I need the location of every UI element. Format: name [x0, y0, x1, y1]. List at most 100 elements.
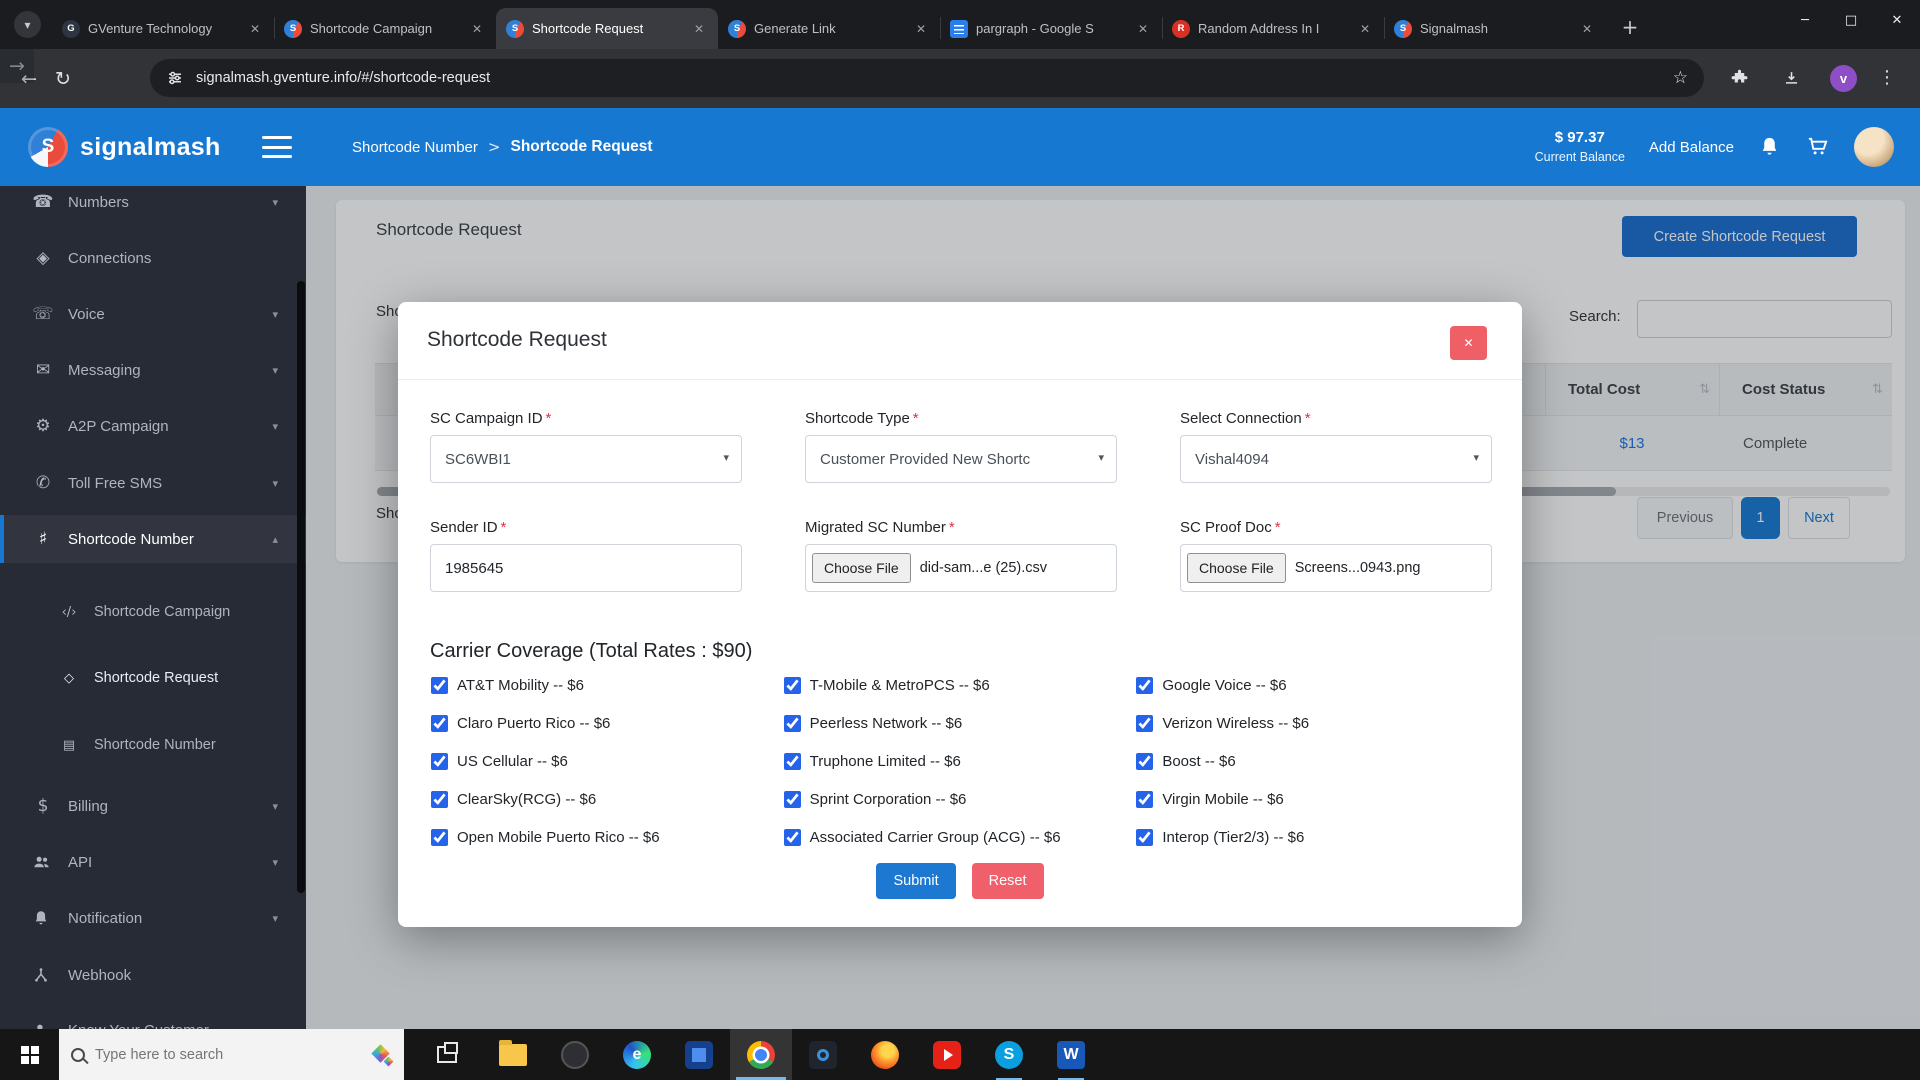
- reset-button[interactable]: Reset: [972, 863, 1044, 899]
- downloads-icon[interactable]: [1782, 69, 1801, 88]
- breadcrumb-parent[interactable]: Shortcode Number: [352, 139, 478, 156]
- carrier-checkbox[interactable]: [1136, 829, 1153, 846]
- carrier-checkbox[interactable]: [1136, 753, 1153, 770]
- sidebar-subitem-shortcode-campaign[interactable]: ‹/› Shortcode Campaign: [0, 588, 306, 636]
- carrier-checkbox[interactable]: [431, 791, 448, 808]
- taskbar-youtube[interactable]: [916, 1029, 978, 1080]
- carrier-checkbox[interactable]: [431, 829, 448, 846]
- sidebar-item-notification[interactable]: Notification ▾: [0, 894, 306, 942]
- sidebar-item-shortcode-number[interactable]: ♯ Shortcode Number ▴: [0, 515, 306, 563]
- sidebar-item-know-your-customer[interactable]: Know Your Customer: [0, 1006, 306, 1029]
- carrier-checkbox[interactable]: [1136, 677, 1153, 694]
- carrier-option[interactable]: ClearSky(RCG) -- $6: [431, 789, 784, 809]
- tab-close-icon[interactable]: ✕: [1578, 20, 1596, 38]
- tab-search-button[interactable]: ▾: [14, 11, 41, 38]
- carrier-option[interactable]: Boost -- $6: [1136, 751, 1489, 771]
- carrier-option[interactable]: Sprint Corporation -- $6: [784, 789, 1137, 809]
- carrier-checkbox[interactable]: [1136, 715, 1153, 732]
- sidebar-scrollbar[interactable]: [297, 281, 305, 893]
- carrier-option[interactable]: Associated Carrier Group (ACG) -- $6: [784, 827, 1137, 847]
- new-tab-button[interactable]: +: [1616, 13, 1644, 41]
- sidebar-item-messaging[interactable]: ✉ Messaging ▾: [0, 346, 306, 394]
- carrier-option[interactable]: Open Mobile Puerto Rico -- $6: [431, 827, 784, 847]
- address-bar[interactable]: signalmash.gventure.info/#/shortcode-req…: [150, 59, 1704, 97]
- browser-tab-active[interactable]: S Shortcode Request ✕: [496, 8, 718, 49]
- shortcode-type-select[interactable]: Customer Provided New Shortc: [805, 435, 1117, 483]
- start-button[interactable]: [0, 1029, 59, 1080]
- sidebar-item-voice[interactable]: ☏ Voice ▾: [0, 290, 306, 338]
- taskbar-photos[interactable]: [668, 1029, 730, 1080]
- carrier-checkbox[interactable]: [784, 791, 801, 808]
- taskbar-firefox[interactable]: [854, 1029, 916, 1080]
- taskbar-file-explorer[interactable]: [482, 1029, 544, 1080]
- url-text[interactable]: signalmash.gventure.info/#/shortcode-req…: [196, 70, 1661, 86]
- sidebar-item-a2p-campaign[interactable]: ⚙ A2P Campaign ▾: [0, 402, 306, 450]
- sc-proof-file-input[interactable]: Choose File Screens...0943.png: [1180, 544, 1492, 592]
- browser-profile-avatar[interactable]: v: [1830, 65, 1857, 92]
- carrier-option[interactable]: Verizon Wireless -- $6: [1136, 713, 1489, 733]
- browser-tab[interactable]: R Random Address In I ✕: [1162, 8, 1384, 49]
- sidebar-item-connections[interactable]: ◈ Connections: [0, 234, 306, 282]
- window-minimize-button[interactable]: ─: [1782, 0, 1828, 41]
- forward-button[interactable]: →: [0, 49, 34, 83]
- carrier-option[interactable]: Google Voice -- $6: [1136, 675, 1489, 695]
- carrier-option[interactable]: Virgin Mobile -- $6: [1136, 789, 1489, 809]
- notification-bell-icon[interactable]: [1758, 135, 1782, 159]
- browser-tab[interactable]: G GVenture Technology ✕: [52, 8, 274, 49]
- user-avatar[interactable]: [1854, 127, 1894, 167]
- choose-file-button[interactable]: Choose File: [1187, 553, 1286, 583]
- carrier-option[interactable]: Claro Puerto Rico -- $6: [431, 713, 784, 733]
- choose-file-button[interactable]: Choose File: [812, 553, 911, 583]
- select-connection-select[interactable]: Vishal4094: [1180, 435, 1492, 483]
- sc-campaign-id-select[interactable]: SC6WBI1: [430, 435, 742, 483]
- carrier-checkbox[interactable]: [431, 677, 448, 694]
- search-highlights-icon[interactable]: [372, 1045, 392, 1065]
- carrier-checkbox[interactable]: [431, 753, 448, 770]
- tab-close-icon[interactable]: ✕: [912, 20, 930, 38]
- carrier-option[interactable]: Interop (Tier2/3) -- $6: [1136, 827, 1489, 847]
- sidebar-toggle-icon[interactable]: [262, 136, 292, 158]
- taskbar-search[interactable]: [59, 1029, 404, 1080]
- site-settings-icon[interactable]: [166, 69, 184, 87]
- taskbar-skype[interactable]: S: [978, 1029, 1040, 1080]
- sender-id-input[interactable]: [430, 544, 742, 592]
- task-view-button[interactable]: [437, 1042, 462, 1067]
- carrier-checkbox[interactable]: [784, 829, 801, 846]
- sidebar-item-api[interactable]: API ▾: [0, 838, 306, 886]
- carrier-checkbox[interactable]: [431, 715, 448, 732]
- submit-button[interactable]: Submit: [876, 863, 955, 899]
- sidebar-item-toll-free-sms[interactable]: ✆ Toll Free SMS ▾: [0, 459, 306, 507]
- browser-tab[interactable]: pargraph - Google S ✕: [940, 8, 1162, 49]
- tab-close-icon[interactable]: ✕: [468, 20, 486, 38]
- browser-menu-icon[interactable]: ⋮: [1878, 67, 1896, 88]
- sidebar-subitem-shortcode-number[interactable]: ▤ Shortcode Number: [0, 721, 306, 769]
- taskbar-media-app[interactable]: [792, 1029, 854, 1080]
- extensions-icon[interactable]: [1730, 69, 1749, 88]
- browser-tab[interactable]: S Signalmash ✕: [1384, 8, 1606, 49]
- tab-close-icon[interactable]: ✕: [246, 20, 264, 38]
- sidebar-item-numbers[interactable]: ☎ Numbers ▾: [0, 186, 306, 226]
- modal-close-button[interactable]: ✕: [1450, 326, 1487, 360]
- sidebar-subitem-shortcode-request[interactable]: ◇ Shortcode Request: [0, 654, 306, 702]
- add-balance-button[interactable]: Add Balance: [1649, 139, 1734, 156]
- carrier-checkbox[interactable]: [784, 677, 801, 694]
- carrier-option[interactable]: AT&T Mobility -- $6: [431, 675, 784, 695]
- tab-close-icon[interactable]: ✕: [1134, 20, 1152, 38]
- taskbar-chrome-active[interactable]: [730, 1029, 792, 1080]
- cart-icon[interactable]: [1806, 135, 1830, 159]
- tab-close-icon[interactable]: ✕: [1356, 20, 1374, 38]
- reload-button[interactable]: ↻: [46, 62, 80, 96]
- carrier-checkbox[interactable]: [784, 715, 801, 732]
- brand[interactable]: S signalmash: [28, 108, 221, 186]
- migrated-sc-file-input[interactable]: Choose File did-sam...e (25).csv: [805, 544, 1117, 592]
- taskbar-edge[interactable]: e: [606, 1029, 668, 1080]
- taskbar-app-dark[interactable]: [544, 1029, 606, 1080]
- carrier-checkbox[interactable]: [784, 753, 801, 770]
- sidebar-item-webhook[interactable]: Webhook: [0, 951, 306, 999]
- carrier-option[interactable]: US Cellular -- $6: [431, 751, 784, 771]
- window-close-button[interactable]: ✕: [1874, 0, 1920, 41]
- carrier-option[interactable]: T-Mobile & MetroPCS -- $6: [784, 675, 1137, 695]
- taskbar-word[interactable]: W: [1040, 1029, 1102, 1080]
- carrier-checkbox[interactable]: [1136, 791, 1153, 808]
- bookmark-star-icon[interactable]: ☆: [1673, 68, 1688, 88]
